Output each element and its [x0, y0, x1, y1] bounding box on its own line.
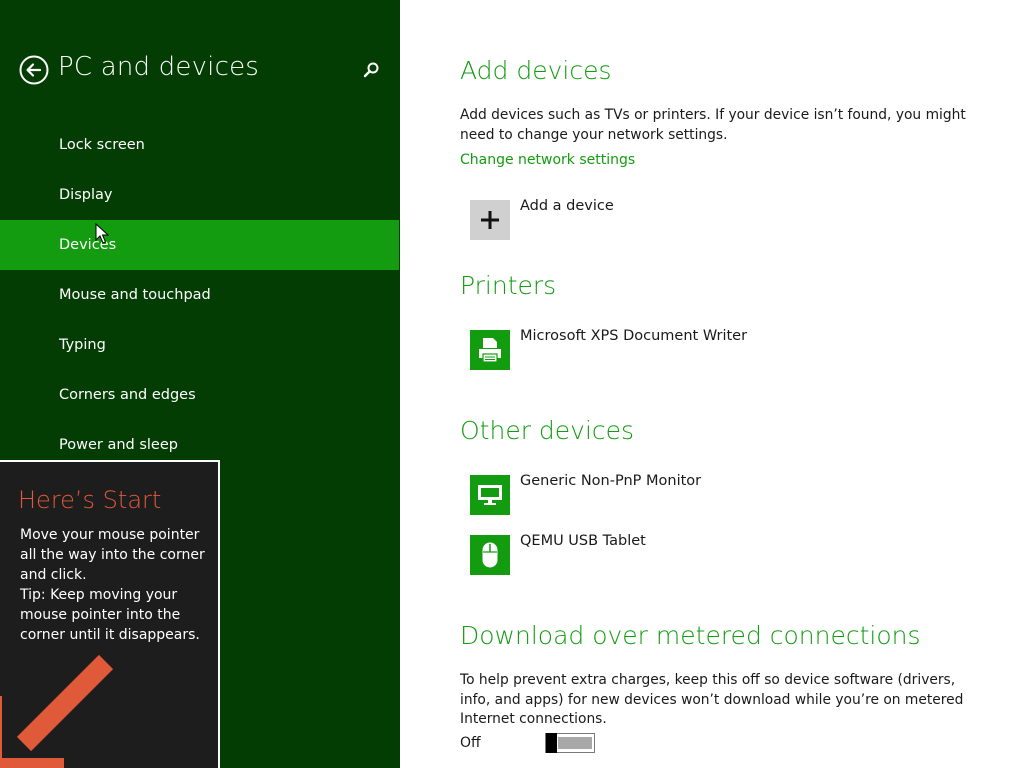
- other-devices-heading: Other devices: [460, 416, 635, 445]
- sidebar-item-devices[interactable]: Devices: [0, 220, 399, 270]
- metered-heading: Download over metered connections: [460, 621, 921, 650]
- back-button[interactable]: [19, 55, 49, 85]
- metered-download-toggle[interactable]: [545, 733, 595, 753]
- sidebar-item-lock-screen[interactable]: Lock screen: [0, 120, 400, 170]
- printers-heading: Printers: [460, 271, 557, 300]
- toggle-thumb: [546, 733, 557, 753]
- tip-title: Here’s Start: [18, 486, 162, 514]
- device-label: Generic Non-PnP Monitor: [520, 473, 702, 489]
- page-title: PC and devices: [58, 52, 260, 82]
- device-label: QEMU USB Tablet: [520, 533, 646, 549]
- add-device-label: Add a device: [520, 198, 614, 214]
- add-devices-heading: Add devices: [460, 56, 612, 85]
- add-device-button[interactable]: Add a device: [470, 198, 890, 240]
- mouse-tile: [470, 535, 510, 575]
- plus-icon: [481, 211, 499, 229]
- sidebar-nav: Lock screen Display Devices Mouse and to…: [0, 120, 400, 470]
- search-icon: [363, 62, 379, 78]
- printer-icon: [479, 338, 501, 363]
- sidebar-item-mouse-and-touchpad[interactable]: Mouse and touchpad: [0, 270, 400, 320]
- toggle-track: [558, 737, 592, 749]
- start-tip-callout: Here’s Start Move your mouse pointer all…: [0, 460, 220, 768]
- tip-body: Move your mouse pointer all the way into…: [20, 527, 205, 643]
- search-button[interactable]: [362, 61, 380, 79]
- sidebar-item-typing[interactable]: Typing: [0, 320, 400, 370]
- sidebar-item-corners-and-edges[interactable]: Corners and edges: [0, 370, 400, 420]
- corner-arrow-icon: [0, 654, 114, 768]
- change-network-settings-link[interactable]: Change network settings: [460, 152, 635, 168]
- device-item-usb-tablet[interactable]: QEMU USB Tablet: [470, 533, 890, 575]
- back-arrow-icon: [19, 55, 49, 85]
- devices-content: Add devices Add devices such as TVs or p…: [460, 0, 1000, 768]
- metered-description: To help prevent extra charges, keep this…: [460, 672, 964, 727]
- metered-toggle-state: Off: [460, 735, 481, 751]
- device-label: Microsoft XPS Document Writer: [520, 328, 748, 344]
- add-devices-description: Add devices such as TVs or printers. If …: [460, 107, 966, 143]
- monitor-icon: [478, 485, 502, 505]
- printer-tile: [470, 330, 510, 370]
- add-device-tile: [470, 200, 510, 240]
- mouse-icon: [482, 542, 498, 568]
- device-item-monitor[interactable]: Generic Non-PnP Monitor: [470, 473, 890, 515]
- monitor-tile: [470, 475, 510, 515]
- device-item-xps-writer[interactable]: Microsoft XPS Document Writer: [470, 328, 890, 370]
- sidebar-item-display[interactable]: Display: [0, 170, 400, 220]
